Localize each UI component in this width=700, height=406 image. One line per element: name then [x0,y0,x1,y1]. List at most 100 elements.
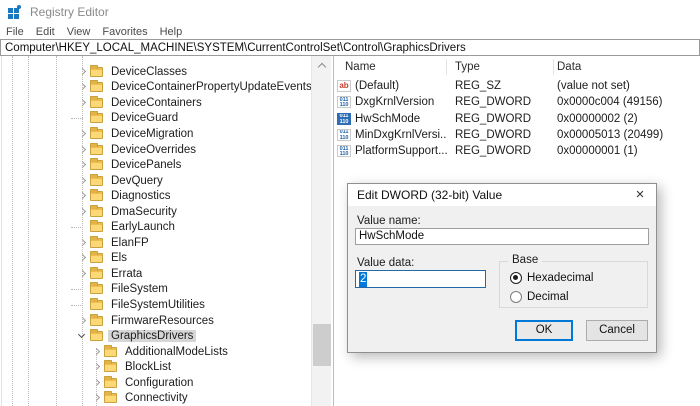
radio-button-icon[interactable] [510,272,522,284]
chevron-right-icon[interactable] [76,190,90,202]
tree-item-Connectivity[interactable]: Connectivity [0,390,312,406]
close-icon[interactable]: × [628,184,652,206]
tree-item-Els[interactable]: Els [0,251,312,267]
tree-item-DeviceContainers[interactable]: DeviceContainers [0,95,312,111]
value-row-mindxgkrnlversi[interactable]: 011 110 MinDxgKrnlVersi... REG_DWORD 0x00005… [336,127,700,143]
tree-item-BlockList[interactable]: BlockList [0,359,312,375]
tree-item-AdditionalModeLists[interactable]: AdditionalModeLists [0,344,312,360]
value-row-default[interactable]: ab (Default) REG_SZ (value not set) [336,78,700,94]
radio-decimal[interactable]: Decimal [510,291,569,303]
column-header-data[interactable]: Data [557,58,581,76]
tree-item-label: FirmwareResources [111,314,214,327]
value-row-hwschmode[interactable]: 011 110 HwSchMode REG_DWORD 0x00000002 (2) [336,111,700,127]
tree-item-Errata[interactable]: Errata [0,266,312,282]
chevron-right-icon[interactable] [76,144,90,156]
base-groupbox: Base Hexadecimal Decimal [499,254,648,308]
chevron-right-icon[interactable] [90,361,104,373]
edit-dword-dialog: Edit DWORD (32-bit) Value × Value name: … [347,183,657,353]
tree-item-GraphicsDrivers[interactable]: GraphicsDrivers [0,328,312,344]
folder-icon [90,80,103,93]
tree-item-FileSystem[interactable]: FileSystem [0,282,312,298]
value-row-dxgkrnlversion[interactable]: 011 110 DxgKrnlVersion REG_DWORD 0x0000c004 … [336,94,700,110]
tree-item-DeviceMigration[interactable]: DeviceMigration [0,126,312,142]
tree-item-DeviceClasses[interactable]: DeviceClasses [0,64,312,80]
folder-icon [104,375,117,388]
tree-item-DeviceGuard[interactable]: DeviceGuard [0,111,312,127]
ok-button[interactable]: OK [515,320,573,341]
chevron-right-icon[interactable] [76,315,90,327]
reg-dword-icon: 011 110 [337,96,351,109]
column-separator[interactable] [553,59,554,75]
tree-item-Diagnostics[interactable]: Diagnostics [0,188,312,204]
tree-item-FirmwareResources[interactable]: FirmwareResources [0,313,312,329]
chevron-right-icon[interactable] [76,66,90,78]
chevron-right-icon[interactable] [90,346,104,358]
tree-item-EarlyLaunch[interactable]: EarlyLaunch [0,219,312,235]
value-name-label: Value name: [357,215,421,227]
tree-item-Configuration[interactable]: Configuration [0,375,312,391]
tree-item-label: Connectivity [125,392,188,405]
tree-item-ElanFP[interactable]: ElanFP [0,235,312,251]
tree-item-label: DmaSecurity [111,205,177,218]
reg-dword-icon: 011 110 [337,112,351,125]
chevron-right-icon[interactable] [76,206,90,218]
column-separator[interactable] [446,59,447,75]
address-input[interactable] [0,39,700,56]
menu-item-view[interactable]: View [61,25,97,39]
value-type: REG_DWORD [455,112,532,125]
folder-icon [90,266,103,279]
chevron-right-icon[interactable] [90,392,104,404]
reg-dword-icon: 011 110 [337,145,351,158]
value-data: (value not set) [557,80,630,92]
chevron-right-icon[interactable] [76,97,90,109]
tree-item-label: DeviceContainerPropertyUpdateEvents [111,81,312,94]
chevron-right-icon[interactable] [76,81,90,93]
value-data-input[interactable]: 2 [355,270,486,288]
value-row-platformsupport[interactable]: 011 110 PlatformSupport... REG_DWORD 0x00000… [336,143,700,159]
folder-icon [90,189,103,202]
registry-tree: DeviceClasses DeviceContainerPropertyUpda… [0,64,312,406]
radio-hexadecimal-label: Hexadecimal [527,272,594,284]
tree-item-DevicePanels[interactable]: DevicePanels [0,157,312,173]
chevron-right-icon[interactable] [76,268,90,280]
folder-icon [104,360,117,373]
radio-hexadecimal[interactable]: Hexadecimal [510,272,593,284]
tree-item-label: GraphicsDrivers [108,330,197,343]
scroll-up-icon[interactable] [312,58,332,72]
chevron-down-icon[interactable] [76,330,90,342]
chevron-right-icon[interactable] [76,237,90,249]
tree-leaf-stub [71,299,90,311]
folder-icon [104,391,117,404]
tree-item-DevQuery[interactable]: DevQuery [0,173,312,189]
column-header-name[interactable]: Name [345,58,376,76]
menu-item-file[interactable]: File [0,25,30,39]
value-name-input[interactable]: HwSchMode [355,228,649,245]
value-data-selected-text: 2 [359,271,368,287]
radio-button-icon[interactable] [510,291,522,303]
tree-item-DeviceOverrides[interactable]: DeviceOverrides [0,142,312,158]
chevron-right-icon[interactable] [76,128,90,140]
folder-icon [90,329,103,342]
tree-item-label: ElanFP [111,236,149,249]
menu-item-edit[interactable]: Edit [30,25,61,39]
cancel-button[interactable]: Cancel [586,320,648,341]
column-header-type[interactable]: Type [455,58,480,76]
tree-item-label: AdditionalModeLists [125,345,228,358]
pane-divider[interactable] [333,56,334,406]
menu-item-favorites[interactable]: Favorites [96,25,153,39]
value-type: REG_DWORD [455,96,532,109]
tree-item-DmaSecurity[interactable]: DmaSecurity [0,204,312,220]
chevron-right-icon[interactable] [76,159,90,171]
chevron-right-icon[interactable] [90,377,104,389]
folder-icon [104,344,117,357]
tree-scrollbar[interactable] [311,56,331,406]
scrollbar-thumb[interactable] [313,324,331,366]
folder-icon [90,313,103,326]
tree-item-FileSystemUtilities[interactable]: FileSystemUtilities [0,297,312,313]
chevron-right-icon[interactable] [76,175,90,187]
tree-item-label: DeviceClasses [111,65,188,78]
tree-item-label: FileSystem [111,283,168,296]
tree-item-DeviceContainerPropertyUpdateEvents[interactable]: DeviceContainerPropertyUpdateEvents [0,80,312,96]
chevron-right-icon[interactable] [76,252,90,264]
menu-item-help[interactable]: Help [154,25,189,39]
